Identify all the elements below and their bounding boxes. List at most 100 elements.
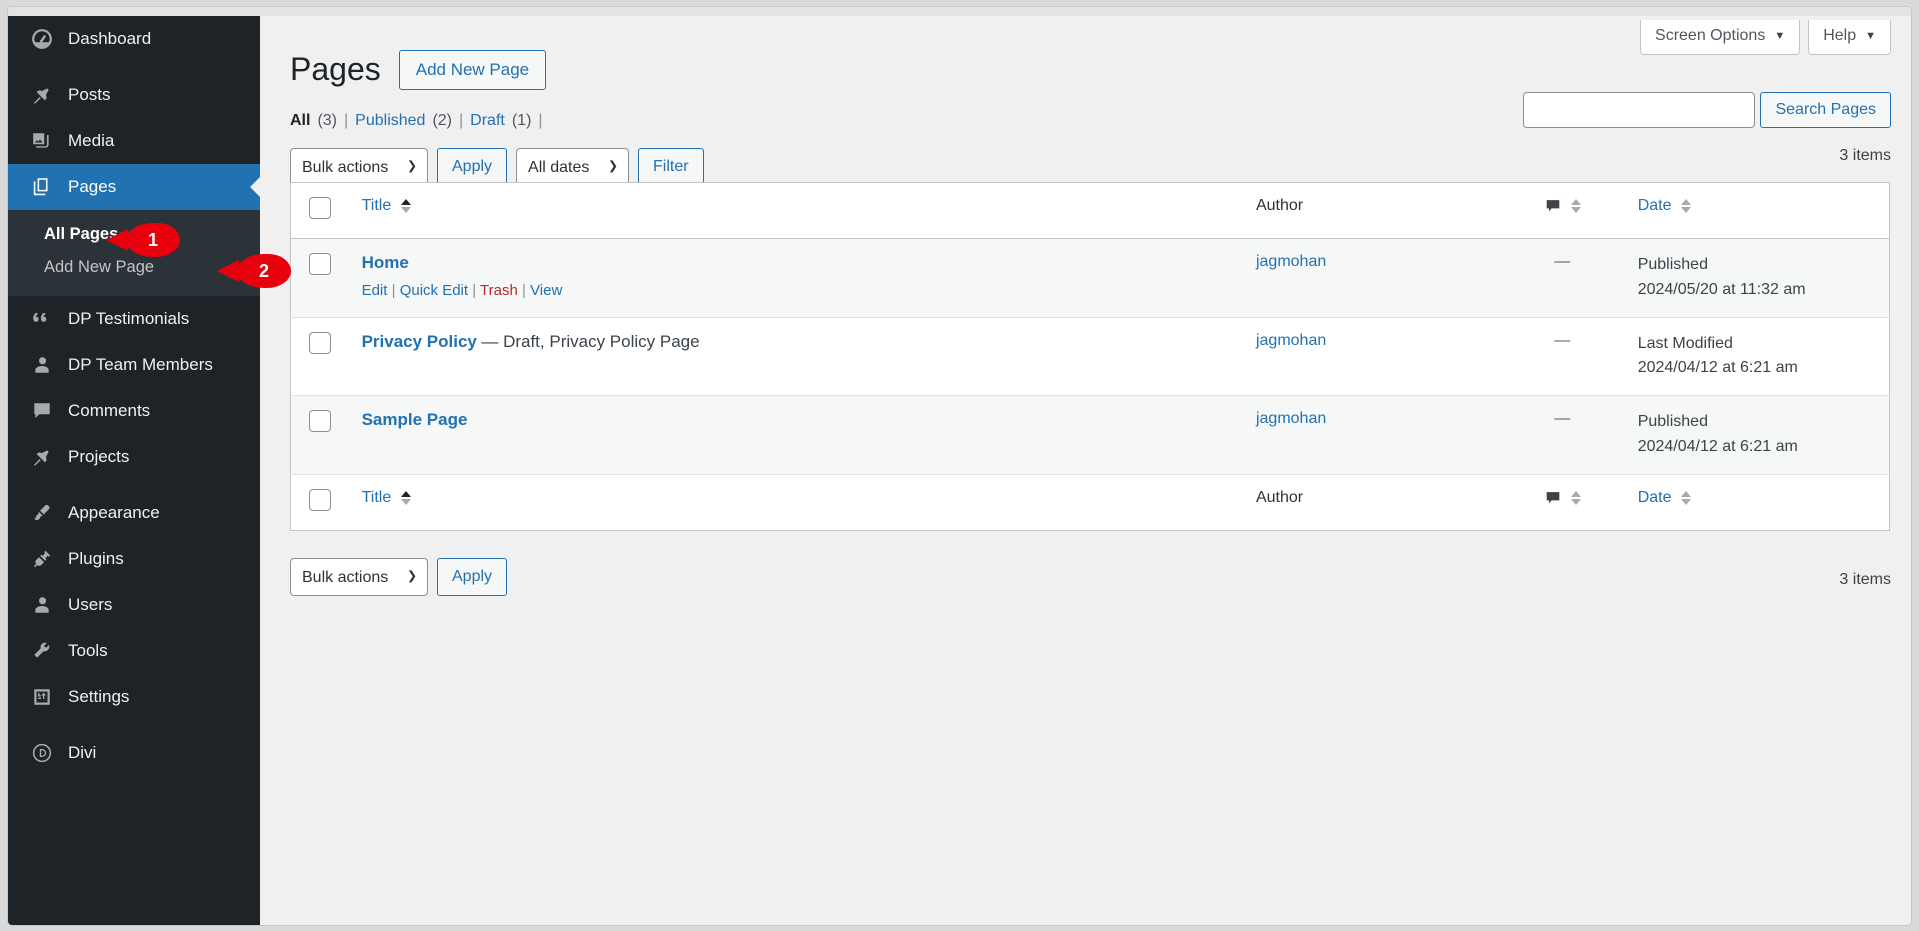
chevron-down-icon: ▼ [1865,30,1876,42]
date-filter-select[interactable]: All dates [516,148,630,187]
author-link[interactable]: jagmohan [1256,332,1326,349]
sidebar-item-posts[interactable]: Posts [8,72,260,118]
column-footer-comments[interactable] [1496,473,1628,531]
sidebar-item-users[interactable]: Users [8,582,260,628]
sidebar-item-projects[interactable]: Projects [8,434,260,480]
bulk-actions-select[interactable]: Bulk actions [290,148,428,187]
row-select-cell [290,395,352,475]
column-footer-date[interactable]: Date [1627,473,1890,531]
author-link[interactable]: jagmohan [1256,253,1326,270]
apply-button-top[interactable]: Apply [437,148,508,187]
sort-arrows-icon[interactable] [1570,490,1581,505]
column-footer-author: Author [1245,473,1497,531]
column-header-title[interactable]: Title [351,182,1246,239]
browser-frame: Dashboard Posts Media Pages All Pages Ad… [8,7,1911,925]
comments-count: — [1554,331,1571,349]
sidebar-divider [8,480,260,490]
sort-title-link[interactable]: Title [362,197,392,214]
column-footer-title[interactable]: Title [351,473,1246,531]
screen-meta-links: Screen Options ▼ Help ▼ [1640,20,1891,55]
sidebar-item-tools[interactable]: Tools [8,628,260,674]
sort-date-link-bottom[interactable]: Date [1638,489,1672,506]
filter-link-all[interactable]: All [290,112,310,130]
search-pages-button[interactable]: Search Pages [1760,92,1891,128]
filter-button[interactable]: Filter [638,148,704,187]
screenshot-root: Dashboard Posts Media Pages All Pages Ad… [0,0,1919,931]
sidebar-item-comments[interactable]: Comments [8,388,260,434]
row-action-quick-edit[interactable]: Quick Edit [400,282,468,299]
divi-icon [30,741,54,765]
sidebar-item-dp-team-members[interactable]: DP Team Members [8,342,260,388]
sort-title-link-bottom[interactable]: Title [362,489,392,506]
screen-options-button[interactable]: Screen Options ▼ [1640,20,1801,55]
search-input[interactable] [1523,92,1756,128]
sort-arrows-icon[interactable] [400,198,411,213]
row-action-view[interactable]: View [530,282,562,299]
select-all-checkbox-bottom[interactable] [309,488,331,511]
pin-icon [30,445,54,469]
column-header-comments[interactable] [1496,182,1628,239]
select-all-checkbox[interactable] [309,197,331,219]
row-checkbox[interactable] [309,253,331,275]
table-row: Sample Page jagmohan — Published 2024/04… [290,395,1890,475]
sidebar-subitem-label: Add New Page [44,258,155,276]
page-title-link[interactable]: Privacy Policy [362,332,477,351]
date-label: Last Modified [1637,334,1733,352]
sort-date-link[interactable]: Date [1638,197,1672,214]
items-count-top: 3 items [1839,147,1891,164]
sliders-icon [30,685,54,709]
filter-link-published[interactable]: Published [355,112,425,130]
sidebar-item-dashboard[interactable]: Dashboard [8,16,260,62]
sidebar-item-dp-testimonials[interactable]: DP Testimonials [8,296,260,342]
callout-number: 2 [258,260,269,281]
date-value: 2024/05/20 at 11:32 am [1637,280,1806,298]
plug-icon [30,547,54,571]
help-label: Help [1823,27,1857,44]
row-action-edit[interactable]: Edit [362,282,388,299]
date-value: 2024/04/12 at 6:21 am [1637,359,1798,377]
row-author-cell: jagmohan [1245,395,1497,475]
sidebar-item-pages[interactable]: Pages [8,164,260,210]
page-status-suffix: — Draft, Privacy Policy Page [481,331,700,351]
sidebar-item-settings[interactable]: Settings [8,674,260,720]
pages-table: Title Author Date Home Edit | Quick Edit… [290,182,1890,531]
table-row: Home Edit | Quick Edit | Trash | View ja… [290,238,1890,318]
media-icon [30,129,54,153]
row-author-cell: jagmohan [1245,238,1497,318]
sidebar-item-label: Posts [68,85,111,105]
sidebar-item-plugins[interactable]: Plugins [8,536,260,582]
sidebar-item-appearance[interactable]: Appearance [8,490,260,536]
callout-marker-2: 2 [237,254,291,288]
help-button[interactable]: Help ▼ [1808,20,1891,55]
sort-arrows-icon[interactable] [400,490,411,505]
chevron-down-icon: ▼ [1774,30,1786,42]
page-title-link[interactable]: Sample Page [362,410,468,429]
sort-arrows-icon[interactable] [1680,198,1691,213]
table-head: Title Author Date [290,182,1890,239]
filter-count-all: (3) [317,112,338,130]
sidebar-divider [8,62,260,72]
sort-arrows-icon[interactable] [1680,490,1691,505]
dashboard-icon [30,27,54,51]
row-action-trash[interactable]: Trash [480,282,518,299]
sort-arrows-icon[interactable] [1570,199,1581,213]
date-label: Published [1637,413,1708,431]
filter-count-published: (2) [432,112,453,130]
sidebar-item-label: Divi [68,743,97,763]
page-title-link[interactable]: Home [362,253,409,272]
sidebar-item-label: Users [68,595,113,615]
row-checkbox[interactable] [309,410,331,433]
sidebar-item-divi[interactable]: Divi [8,730,260,776]
column-header-date[interactable]: Date [1627,182,1890,239]
add-new-page-button[interactable]: Add New Page [398,50,547,91]
apply-button-bottom[interactable]: Apply [437,558,508,596]
wrench-icon [30,639,54,663]
filter-separator: | [459,112,464,130]
sidebar-item-media[interactable]: Media [8,118,260,164]
author-link[interactable]: jagmohan [1256,410,1326,427]
row-title-cell: Home Edit | Quick Edit | Trash | View [351,238,1246,318]
row-checkbox[interactable] [309,331,331,354]
sidebar-item-label: Media [68,131,115,151]
filter-link-draft[interactable]: Draft [470,112,505,130]
bulk-actions-select-bottom[interactable]: Bulk actions [290,558,428,596]
